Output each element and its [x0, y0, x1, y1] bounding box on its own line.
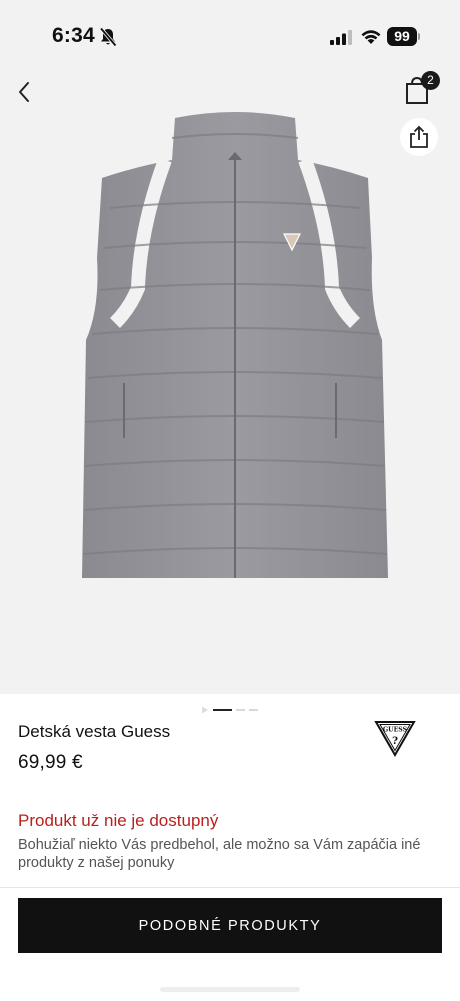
similar-products-button[interactable]: PODOBNÉ PRODUKTY	[18, 898, 442, 953]
battery-icon: 99	[387, 27, 421, 46]
chevron-left-icon	[19, 82, 29, 102]
battery-level: 99	[387, 27, 417, 46]
divider	[0, 887, 460, 888]
wifi-icon	[361, 30, 381, 44]
share-icon	[410, 125, 428, 148]
product-price: 69,99 €	[18, 752, 83, 773]
product-title: Detská vesta Guess	[18, 722, 171, 741]
image-pager[interactable]	[200, 705, 262, 715]
pager-dot[interactable]	[249, 709, 258, 711]
bell-slash-icon	[99, 27, 117, 47]
signal-icon	[330, 30, 352, 45]
svg-text:GUESS: GUESS	[383, 727, 408, 734]
home-indicator	[160, 987, 300, 992]
guess-logo[interactable]: GUESS ?	[374, 719, 416, 757]
unavailable-message: Bohužiaľ niekto Vás predbehol, ale možno…	[18, 837, 421, 871]
share-button[interactable]	[400, 118, 438, 156]
unavailable-title: Produkt už nie je dostupný	[18, 811, 219, 830]
pager-dot[interactable]	[236, 709, 245, 711]
product-image[interactable]	[70, 108, 400, 588]
bag-count-badge: 2	[421, 71, 440, 90]
status-time: 6:34	[52, 24, 95, 47]
pager-dot-active[interactable]	[213, 709, 232, 711]
pager-play-icon	[202, 706, 208, 714]
svg-text:?: ?	[392, 736, 398, 747]
battery-cap	[418, 33, 420, 40]
back-button[interactable]	[10, 78, 38, 106]
